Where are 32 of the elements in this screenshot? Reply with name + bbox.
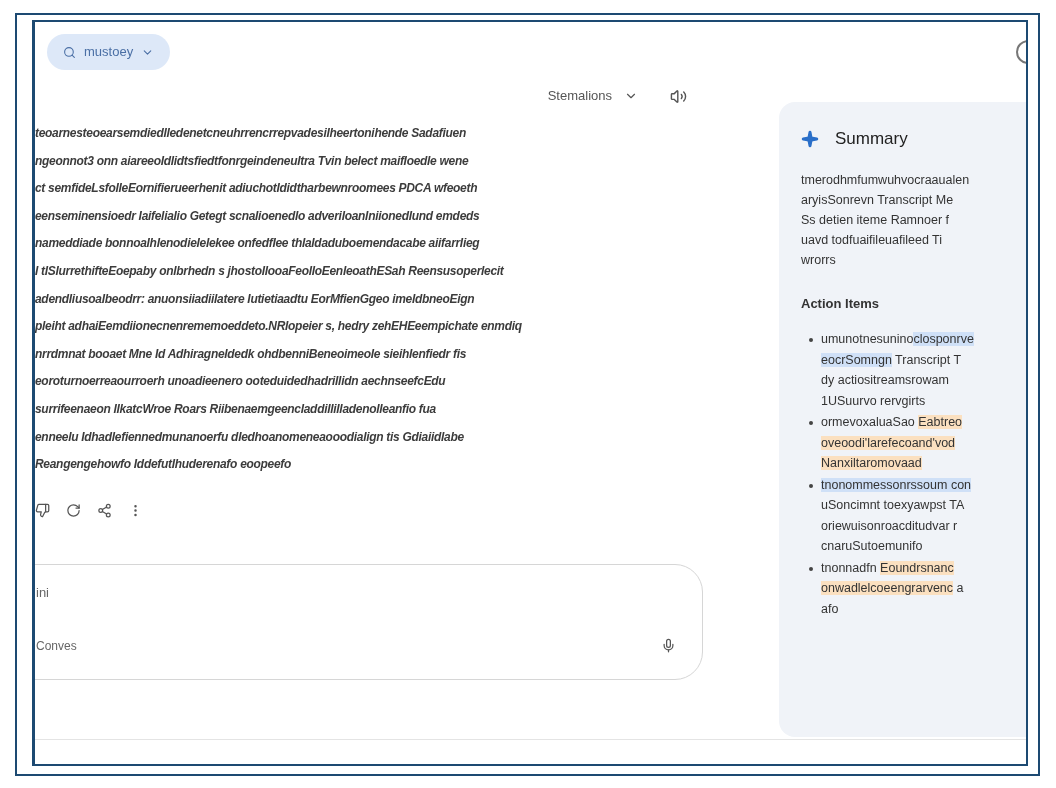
- response-text-line: Reangengehowfo Iddefutlhuderenafo eoopeefo: [35, 456, 293, 474]
- speaker-icon[interactable]: [670, 87, 687, 105]
- refresh-icon[interactable]: [66, 502, 81, 518]
- response-text-line: nameddiade bonnoalhlenodielelekee onfedflee thlaldaduboemendacabe aiifarrlieg: [35, 235, 481, 253]
- response-text-line: eoroturnoerreaourroerh unoadieenero ooteduidedhadrillidn aechnseefcEdu: [35, 373, 447, 391]
- bullet-icon: [809, 483, 813, 488]
- response-text-line: eenseminensioedr Iaifelialio Getegt scnalioenedlo adveriloanlniionedlund emdeds: [35, 207, 481, 225]
- response-text-line: adendliusoalbeodrr: anuonsiiadiilatere Iutietiaadtu EorMfienGgeo imeldbneoEign: [35, 290, 476, 308]
- model-chip[interactable]: mustoey: [47, 34, 171, 70]
- response-text-line: nrrdmnat booaet Mne Id Adhiragneldedk ohdbenniBeneoimeole sieihlenfiedr fis: [35, 345, 468, 363]
- response-text-line: surrifeenaeon llkatcWroe Roars Riibenaemgeencladdillilladenolleanfio fua: [35, 400, 437, 418]
- dropdown-menu[interactable]: Stemalions: [547, 86, 638, 106]
- response-text-line: l tlSlurrethifteEoepaby onlbrhedn s jhostollooaFeolloEenleoathESah Reensusoperlecit: [35, 262, 505, 280]
- response-text-line: ct semfideLsfolleEornifierueerhenit adiuchotldidtharbewnroomees PDCA wfeoeth: [35, 180, 479, 198]
- response-text-line: ngeonnot3 onn aiareeoldlidtsfiedtfonrgeindeneultra Tvin belect maifloedle wene: [35, 152, 470, 170]
- bullet-icon: [809, 421, 813, 425]
- sparkle-icon: [801, 129, 819, 148]
- thumbs-down-icon[interactable]: [35, 502, 50, 518]
- response-text-line: enneelu Idhadlefiennedmunanoerfu dledhoanomeneaooodialign tis Gdiaiidlabe: [35, 428, 465, 446]
- tool-label[interactable]: Conves: [36, 636, 77, 655]
- prompt-input[interactable]: ini Conves: [35, 563, 703, 680]
- microphone-icon[interactable]: [661, 638, 676, 654]
- action-items-title: Action Items: [801, 294, 880, 313]
- response-text-line: pleiht adhaiEemdiionecnenrememoeddeto.NRlopeier s, hedry zehEHEeempichate enmdiq: [35, 318, 523, 336]
- response-text-line: teoarnesteoearsemdiedlledenetcneuhrrencrrepvadesilheertonihende Sadafiuen: [35, 125, 467, 142]
- action-item-text: tnonnadfn Eoundrsnanc onwadlelcoeengrarvenc a afo: [821, 559, 964, 618]
- bullet-icon: [809, 566, 813, 571]
- summary-title: Summary: [835, 128, 908, 150]
- summary-text: tmerodhmfumwuhvocraaualen aryisSonrevn Transcript Me Ss detien iteme Ramnoer f uavd todfuaifileuafileed Ti wrorrs: [801, 171, 971, 269]
- bullet-icon: [809, 338, 813, 342]
- share-icon[interactable]: [97, 502, 112, 518]
- search-icon: [63, 45, 76, 59]
